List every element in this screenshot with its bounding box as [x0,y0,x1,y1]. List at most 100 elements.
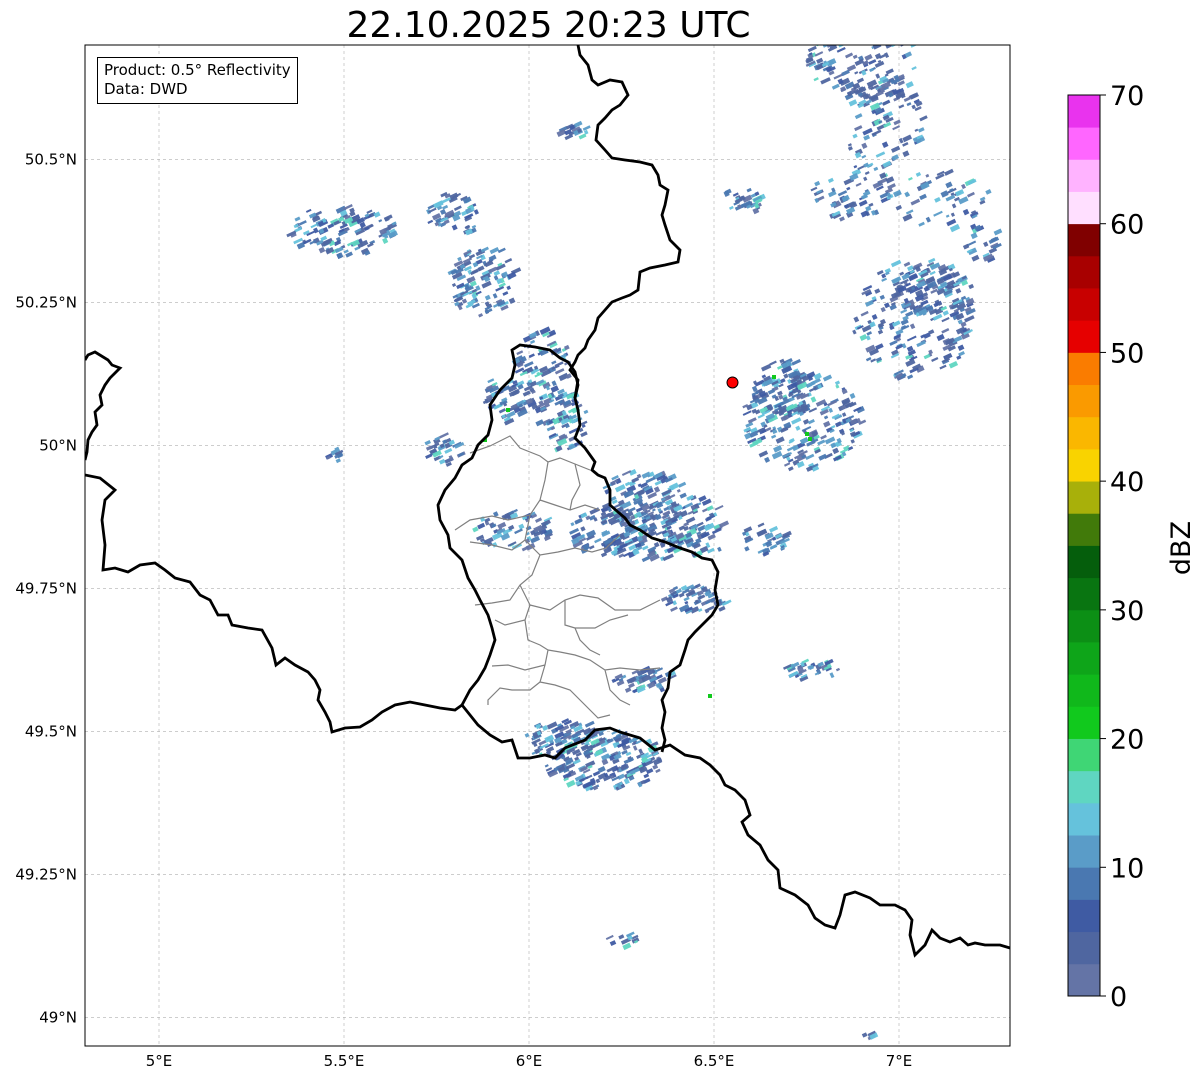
echo-pixel [652,764,659,770]
echo-pixel [936,333,945,342]
echo-pixel [544,764,549,768]
echo-pixel [438,432,449,439]
echo-pixel [855,182,862,187]
echo-pixel [835,384,840,389]
echo-pixel [461,298,468,304]
colorbar-segment [1068,738,1100,772]
echo-pixel [724,599,732,605]
echo-pixel [566,779,576,788]
echo-pixel [773,445,783,453]
echo-pixel [823,415,829,420]
echo-pixel [814,180,821,187]
colorbar-segment [1068,513,1100,546]
echo-pixel [863,134,871,141]
radar-site-marker [726,376,739,389]
echo-pixel [453,205,462,211]
echo-pixel [638,748,644,755]
echo-pixel [805,453,815,460]
echo-pixel [845,52,854,59]
echo-pixel [909,92,919,100]
colorbar-segment [1068,609,1100,643]
admin-boundaries [454,435,661,719]
country-border-belgium-west [85,350,123,461]
echo-pixel [902,213,913,222]
reflectivity-echoes [286,45,1003,1041]
y-tick-label: 49.5°N [25,722,77,740]
echo-pixel [334,246,344,254]
echo-pixel [890,145,901,153]
echo-pixel [771,450,783,460]
echo-pixel [964,315,975,323]
echo-pixel [818,453,828,461]
echo-pixel [694,583,701,589]
echo-pixel [685,516,696,524]
echo-pixel [318,246,326,254]
x-tick-label: 6.5°E [694,1052,735,1070]
echo-pixel [948,360,959,369]
echo-pixel [580,526,586,532]
echo-pixel [451,224,458,231]
echo-pixel [703,522,715,532]
colorbar-segment [1068,706,1100,739]
echo-pixel [866,331,873,336]
echo-pixel-strong [506,408,510,412]
echo-pixel [714,504,724,511]
echo-pixel [477,522,486,530]
echo-pixel [769,360,777,366]
echo-pixel [791,358,801,366]
echo-pixel [775,436,785,444]
echo-pixel [807,419,815,425]
y-tick-label: 49°N [39,1008,77,1026]
echo-pixel [641,555,650,563]
colorbar-segment [1068,577,1100,611]
colorbar-tick-label: 10 [1110,853,1144,884]
echo-pixel [493,270,501,276]
echo-pixel [910,198,921,206]
echo-pixel [861,1032,868,1038]
colorbar-segment [1068,223,1100,257]
echo-pixel [962,208,970,216]
echo-pixel [746,187,752,193]
echo-pixel [522,390,531,397]
echo-pixel [498,408,507,414]
echo-pixel [728,205,734,210]
colorbar-segment [1068,159,1100,192]
colorbar-tick-label: 50 [1110,338,1144,369]
colorbar-segment [1068,899,1100,933]
colorbar-segment [1068,642,1100,675]
country-border-germany-west [568,45,682,399]
echo-pixel [481,280,492,289]
echo-pixel [624,687,632,693]
echo-pixel [852,329,857,335]
echo-pixel [942,310,949,316]
echo-pixel [968,283,975,290]
echo-pixel [890,259,902,268]
echo-pixel [906,102,912,107]
echo-pixel [889,339,898,346]
echo-pixel [881,141,889,148]
echo-pixel [298,220,307,226]
echo-pixel [551,380,557,387]
echo-pixel [535,517,543,523]
echo-pixel [327,223,335,229]
echo-pixel [530,339,536,344]
echo-pixel [758,450,769,458]
echo-pixel [923,353,931,360]
echo-pixel [382,237,389,244]
colorbar-segment [1068,352,1100,386]
echo-pixel [864,53,873,61]
echo-pixel [902,134,913,143]
echo-pixel [946,218,957,227]
echo-pixel [472,526,479,533]
echo-pixel [744,546,750,552]
echo-pixel [788,466,794,472]
echo-pixel [506,285,512,291]
data-source-label: Data: DWD [104,80,188,98]
colorbar-segment [1068,416,1100,450]
echo-pixel [868,59,877,65]
echo-pixel [863,176,868,182]
echo-pixel [920,299,929,306]
echo-pixel [835,667,841,672]
echo-pixel [854,125,863,132]
echo-pixel-strong [708,694,712,698]
